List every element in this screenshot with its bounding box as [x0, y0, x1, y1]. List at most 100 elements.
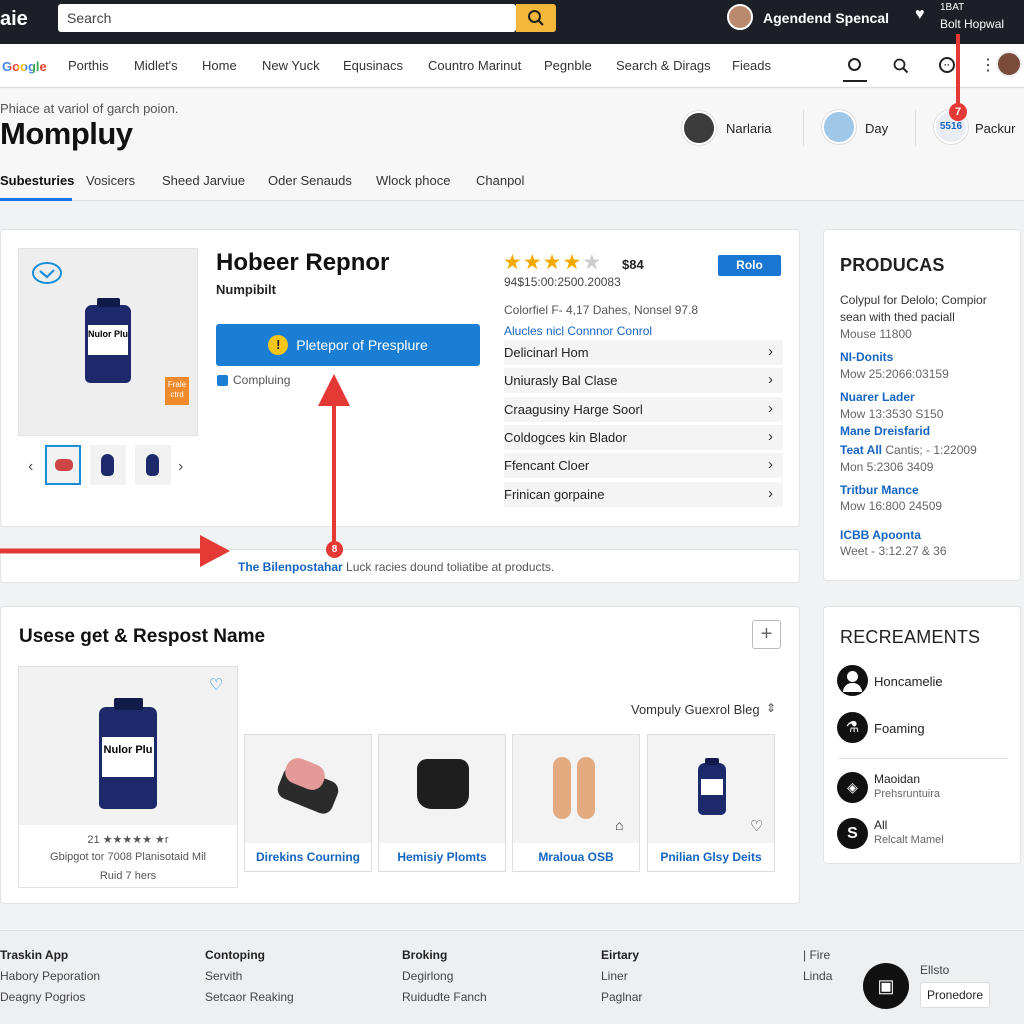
nav-item-pegnble[interactable]: Pegnble [544, 58, 592, 73]
tab-sheed-jarviue[interactable]: Sheed Jarviue [162, 173, 245, 188]
user-avatar[interactable] [727, 4, 753, 30]
heart-icon[interactable]: ♥ [915, 6, 925, 24]
user-name[interactable]: Agendend Spencal [763, 10, 889, 26]
tab-chanpol[interactable]: Chanpol [476, 173, 524, 188]
thumb-next-icon[interactable]: › [178, 458, 183, 476]
primary-cta-button[interactable]: ! Pletepor of Presplure [216, 324, 480, 366]
favorite-check-icon[interactable] [31, 261, 63, 285]
recreaments-item[interactable]: All [874, 818, 887, 832]
sort-icon[interactable]: ⇕ [766, 701, 776, 715]
footer-link[interactable]: Paglnar [601, 990, 642, 1004]
featured-line-1: Gbipgot tor 7008 Planisotaid Mil [50, 851, 206, 863]
footer-link[interactable]: Servith [205, 969, 242, 983]
footer-link[interactable]: Ruidudte Fanch [402, 990, 487, 1004]
option-row[interactable]: Coldogces kin Blador › [504, 425, 783, 450]
option-row[interactable]: Craagusiny Harge Soorl › [504, 397, 783, 422]
option-row[interactable]: Uniurasly Bal Clase › [504, 368, 783, 393]
product-tile[interactable]: Hemisiy Plomts [378, 734, 506, 872]
chat-button[interactable]: Pronedore [920, 982, 990, 1008]
product-subtitle: Numpibilt [216, 282, 276, 297]
add-button[interactable]: + [752, 620, 781, 649]
account-icon[interactable] [848, 58, 861, 71]
product-tile-label: Hemisiy Plomts [397, 850, 487, 864]
chat-bag-icon[interactable]: ▣ [863, 963, 909, 1009]
profile-avatar[interactable] [996, 51, 1022, 77]
tab-oder-senauds[interactable]: Oder Senauds [268, 173, 352, 188]
chip-label-packur[interactable]: Packur [975, 121, 1015, 136]
checkbox-label: Compluing [233, 373, 291, 387]
chip-avatar-narlaria[interactable] [682, 111, 716, 145]
products-item-row[interactable]: Teat All Cantis; - 1:22009 [840, 443, 977, 457]
thumbnail-1[interactable] [45, 445, 81, 485]
recreaments-item[interactable]: Honcamelie [874, 674, 943, 689]
sort-label[interactable]: Vompuly Guexrol Bleg [631, 702, 760, 717]
account-line-1[interactable]: 1BAT [940, 2, 964, 13]
home-icon[interactable]: ⌂ [615, 817, 623, 833]
status-badge[interactable]: Rolo [718, 255, 781, 276]
footer-link[interactable]: Liner [601, 969, 628, 983]
nav-item-midlets[interactable]: Midlet's [134, 58, 178, 73]
products-item[interactable]: ICBB Apoonta [840, 528, 921, 542]
nav-item-fieads[interactable]: Fieads [732, 58, 771, 73]
products-item-extra: Cantis; - 1:22009 [885, 443, 977, 457]
notice-text: The Bilenpostahar Luck racies dound toli… [238, 560, 554, 574]
google-logo[interactable]: Google [2, 59, 47, 74]
nav-item-home[interactable]: Home [202, 58, 237, 73]
footer-link[interactable]: Habory Peporation [0, 969, 100, 983]
footer-link[interactable]: Deagny Pogrios [0, 990, 85, 1004]
products-item[interactable]: Nuarer Lader [840, 390, 915, 404]
products-item[interactable]: NI-Donits [840, 350, 893, 364]
tab-vosicers[interactable]: Vosicers [86, 173, 135, 188]
nav-item-new-yuck[interactable]: New Yuck [262, 58, 320, 73]
footer-heading: Eirtary [601, 948, 640, 962]
heart-outline-icon[interactable]: ♡ [750, 817, 763, 835]
option-row[interactable]: Frinican gorpaine › [504, 482, 783, 507]
account-line-2[interactable]: Bolt Hopwal [940, 17, 1004, 31]
chip-label-day[interactable]: Day [865, 121, 888, 136]
products-item-meta: Weet - 3:12.27 & 36 [840, 544, 947, 558]
emoji-icon[interactable]: ·· [939, 57, 955, 73]
product-tile[interactable]: ⌂ Mraloua OSB [512, 734, 640, 872]
footer-link[interactable]: Setcaor Reaking [205, 990, 294, 1004]
search-input[interactable]: Search [58, 4, 516, 32]
thumbnail-2[interactable] [90, 445, 126, 485]
search-button[interactable] [516, 4, 556, 32]
footer-link[interactable]: Degirlong [402, 969, 453, 983]
search-icon[interactable] [893, 58, 909, 74]
thumb-prev-icon[interactable]: ‹ [28, 458, 33, 476]
nav-item-countro-marinut[interactable]: Countro Marinut [428, 58, 521, 73]
product-info-line: Colorfiel F- 4,17 Dahes, Nonsel 97.8 [504, 303, 699, 317]
product-tile[interactable]: Direkins Courning [244, 734, 372, 872]
tab-wlock-phoce[interactable]: Wlock phoce [376, 173, 450, 188]
product-tile[interactable]: ♡ Pnilian Glsy Deits [647, 734, 775, 872]
nav-item-porthis[interactable]: Porthis [68, 58, 108, 73]
tab-subesturies[interactable]: Subesturies [0, 173, 74, 188]
brand-icon: S [837, 818, 868, 849]
featured-product-card[interactable]: Nulor Plu ♡ 21 ★★★★★ ★r Gbipgot tor 7008… [18, 666, 238, 888]
heart-outline-icon[interactable]: ♡ [209, 675, 223, 695]
footer-link[interactable]: Linda [803, 969, 832, 983]
chip-avatar-day[interactable] [822, 110, 856, 144]
featured-rating: 21 ★★★★★ ★r [87, 834, 169, 846]
more-menu-icon[interactable]: ⋮ [980, 55, 996, 75]
notice-body: Luck racies dound toliatibe at products. [342, 560, 555, 574]
nav-item-equsinacs[interactable]: Equsinacs [343, 58, 403, 73]
recreaments-item[interactable]: Foaming [874, 721, 925, 736]
option-row-label: Uniurasly Bal Clase [504, 373, 618, 388]
products-item: Teat All [840, 443, 883, 457]
notice-highlight[interactable]: The Bilenpostahar [238, 560, 343, 574]
product-title: Hobeer Repnor [216, 249, 390, 276]
nav-item-search-dirags[interactable]: Search & Dirags [616, 58, 711, 73]
option-row[interactable]: Delicinarl Hom › [504, 340, 783, 365]
site-logo[interactable]: aie [0, 8, 28, 31]
featured-line-2: Ruid 7 hers [99, 870, 157, 882]
products-item[interactable]: Mane Dreisfarid [840, 424, 930, 438]
option-row[interactable]: Ffencant Cloer › [504, 453, 783, 478]
checkbox[interactable] [217, 375, 228, 386]
recreaments-item[interactable]: Maoidan [874, 772, 920, 786]
products-item[interactable]: Tritbur Mance [840, 483, 919, 497]
thumbnail-3[interactable] [135, 445, 171, 485]
featured-product-image: Nulor Plu [19, 667, 237, 825]
chip-label-narlaria[interactable]: Narlaria [726, 121, 772, 136]
product-info-link[interactable]: Alucles nicl Connnor Conrol [504, 324, 652, 338]
